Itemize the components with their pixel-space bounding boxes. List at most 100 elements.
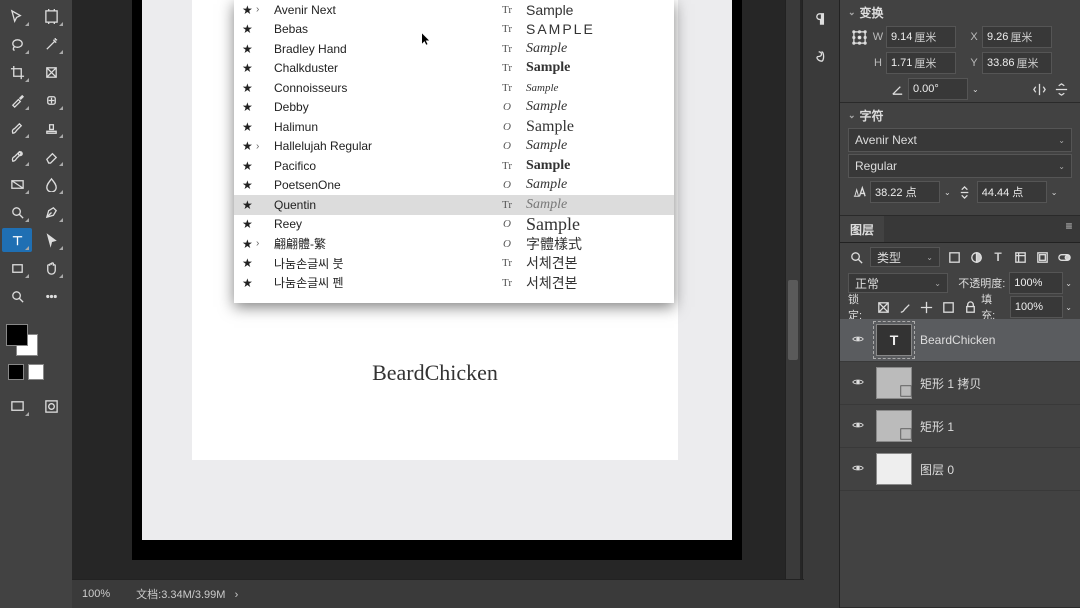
panel-menu-icon[interactable]: ≡	[1058, 216, 1080, 236]
font-size-input[interactable]: 38.22 点	[870, 181, 940, 203]
filter-kind-select[interactable]: 类型⌄	[870, 247, 940, 267]
lock-all-icon[interactable]	[959, 297, 981, 317]
font-option[interactable]: ★QuentinTrSample	[234, 195, 674, 215]
font-option[interactable]: ★›Hallelujah RegularOSample	[234, 137, 674, 157]
font-option[interactable]: ★ConnoisseursTrSample	[234, 78, 674, 98]
font-option[interactable]: ★›翩翩體-繁O字體樣式	[234, 234, 674, 254]
lock-position-icon[interactable]	[916, 297, 938, 317]
layer-row[interactable]: 图层 0	[840, 448, 1080, 491]
font-option[interactable]: ★Bradley HandTrSample	[234, 39, 674, 59]
favorite-star-icon[interactable]: ★	[242, 61, 256, 75]
favorite-star-icon[interactable]: ★	[242, 42, 256, 56]
favorite-star-icon[interactable]: ★	[242, 159, 256, 173]
glyphs-panel-icon[interactable]	[810, 46, 832, 66]
frame-tool[interactable]	[36, 60, 66, 84]
favorite-star-icon[interactable]: ★	[242, 120, 256, 134]
zoom-tool[interactable]	[2, 284, 32, 308]
font-option[interactable]: ★PoetsenOneOSample	[234, 176, 674, 196]
crop-tool[interactable]	[2, 60, 32, 84]
font-family-dropdown[interactable]: ★›Avenir NextTrSample★BebasTrSAMPLE★Brad…	[234, 0, 674, 303]
favorite-star-icon[interactable]: ★	[242, 198, 256, 212]
chevron-down-icon[interactable]: ⌄	[848, 110, 856, 121]
font-option[interactable]: ★DebbyOSample	[234, 98, 674, 118]
dodge-tool[interactable]	[2, 200, 32, 224]
blend-mode-select[interactable]: 正常⌄	[848, 273, 948, 293]
font-weight-select[interactable]: Regular⌄	[848, 154, 1072, 178]
flip-vertical-icon[interactable]	[1050, 79, 1072, 99]
pen-tool[interactable]	[36, 200, 66, 224]
x-input[interactable]: 9.26厘米	[982, 26, 1052, 48]
filter-adjust-icon[interactable]	[968, 247, 984, 267]
eyedropper-tool[interactable]	[2, 88, 32, 112]
font-option[interactable]: ★나눔손글씨 붓Tr서체견본	[234, 254, 674, 274]
vertical-scrollbar[interactable]	[785, 0, 800, 582]
favorite-star-icon[interactable]: ★	[242, 22, 256, 36]
fill-input[interactable]: 100%	[1010, 296, 1063, 318]
leading-input[interactable]: 44.44 点	[977, 181, 1047, 203]
filter-search-icon[interactable]	[848, 247, 864, 267]
font-option[interactable]: ★ReeyOSample	[234, 215, 674, 235]
lock-artboard-icon[interactable]	[938, 297, 960, 317]
layer-row[interactable]: 矩形 1	[840, 405, 1080, 448]
screen-mode[interactable]	[2, 394, 32, 418]
history-brush-tool[interactable]	[2, 144, 32, 168]
favorite-star-icon[interactable]: ★	[242, 178, 256, 192]
filter-type-icon[interactable]: T	[990, 247, 1006, 267]
visibility-toggle-icon[interactable]	[848, 332, 868, 349]
blur-tool[interactable]	[36, 172, 66, 196]
artboard-tool[interactable]	[36, 4, 66, 28]
rectangle-tool[interactable]	[2, 256, 32, 280]
lasso-tool[interactable]	[2, 32, 32, 56]
hand-tool[interactable]	[36, 256, 66, 280]
reference-point-icon[interactable]	[848, 27, 870, 47]
stamp-tool[interactable]	[36, 116, 66, 140]
lock-transparent-icon[interactable]	[873, 297, 895, 317]
favorite-star-icon[interactable]: ★	[242, 3, 256, 17]
lock-image-icon[interactable]	[894, 297, 916, 317]
visibility-toggle-icon[interactable]	[848, 375, 868, 392]
color-swatch[interactable]	[6, 324, 38, 356]
healing-tool[interactable]	[36, 88, 66, 112]
swap-colors[interactable]	[28, 364, 44, 380]
rotation-input[interactable]: 0.00°	[908, 78, 968, 100]
font-option[interactable]: ★나눔손글씨 펜Tr서체견본	[234, 273, 674, 293]
font-option[interactable]: ★BebasTrSAMPLE	[234, 20, 674, 40]
zoom-level[interactable]: 100%	[82, 588, 110, 600]
rotation-dd[interactable]: ⌄	[972, 85, 979, 94]
favorite-star-icon[interactable]: ★	[242, 276, 256, 290]
magic-wand-tool[interactable]	[36, 32, 66, 56]
opacity-input[interactable]: 100%	[1009, 272, 1063, 294]
favorite-star-icon[interactable]: ★	[242, 217, 256, 231]
layer-name[interactable]: 矩形 1 拷贝	[920, 375, 1072, 392]
favorite-star-icon[interactable]: ★	[242, 256, 256, 270]
layers-tab[interactable]: 图层	[840, 216, 884, 242]
paragraph-panel-icon[interactable]	[810, 8, 832, 28]
eraser-tool[interactable]	[36, 144, 66, 168]
quick-mask[interactable]	[36, 394, 66, 418]
visibility-toggle-icon[interactable]	[848, 461, 868, 478]
edit-toolbar[interactable]	[36, 284, 66, 308]
gradient-tool[interactable]	[2, 172, 32, 196]
layer-name[interactable]: 矩形 1	[920, 418, 1072, 435]
filter-smart-icon[interactable]	[1034, 247, 1050, 267]
filter-toggle-icon[interactable]	[1056, 247, 1072, 267]
font-option[interactable]: ★›Avenir NextTrSample	[234, 0, 674, 20]
text-layer-caption[interactable]: BeardChicken	[192, 360, 678, 386]
default-colors[interactable]	[8, 364, 24, 380]
favorite-star-icon[interactable]: ★	[242, 139, 256, 153]
visibility-toggle-icon[interactable]	[848, 418, 868, 435]
font-option[interactable]: ★PacificoTrSample	[234, 156, 674, 176]
chevron-down-icon[interactable]: ⌄	[848, 7, 856, 18]
font-option[interactable]: ★HalimunOSample	[234, 117, 674, 137]
favorite-star-icon[interactable]: ★	[242, 100, 256, 114]
height-input[interactable]: 1.71厘米	[886, 52, 956, 74]
font-family-select[interactable]: Avenir Next⌄	[848, 128, 1072, 152]
y-input[interactable]: 33.86厘米	[982, 52, 1052, 74]
brush-tool[interactable]	[2, 116, 32, 140]
filter-pixel-icon[interactable]	[946, 247, 962, 267]
type-tool[interactable]	[2, 228, 32, 252]
layer-name[interactable]: 图层 0	[920, 461, 1072, 478]
layer-row[interactable]: 矩形 1 拷贝	[840, 362, 1080, 405]
filter-shape-icon[interactable]	[1012, 247, 1028, 267]
width-input[interactable]: 9.14厘米	[886, 26, 956, 48]
